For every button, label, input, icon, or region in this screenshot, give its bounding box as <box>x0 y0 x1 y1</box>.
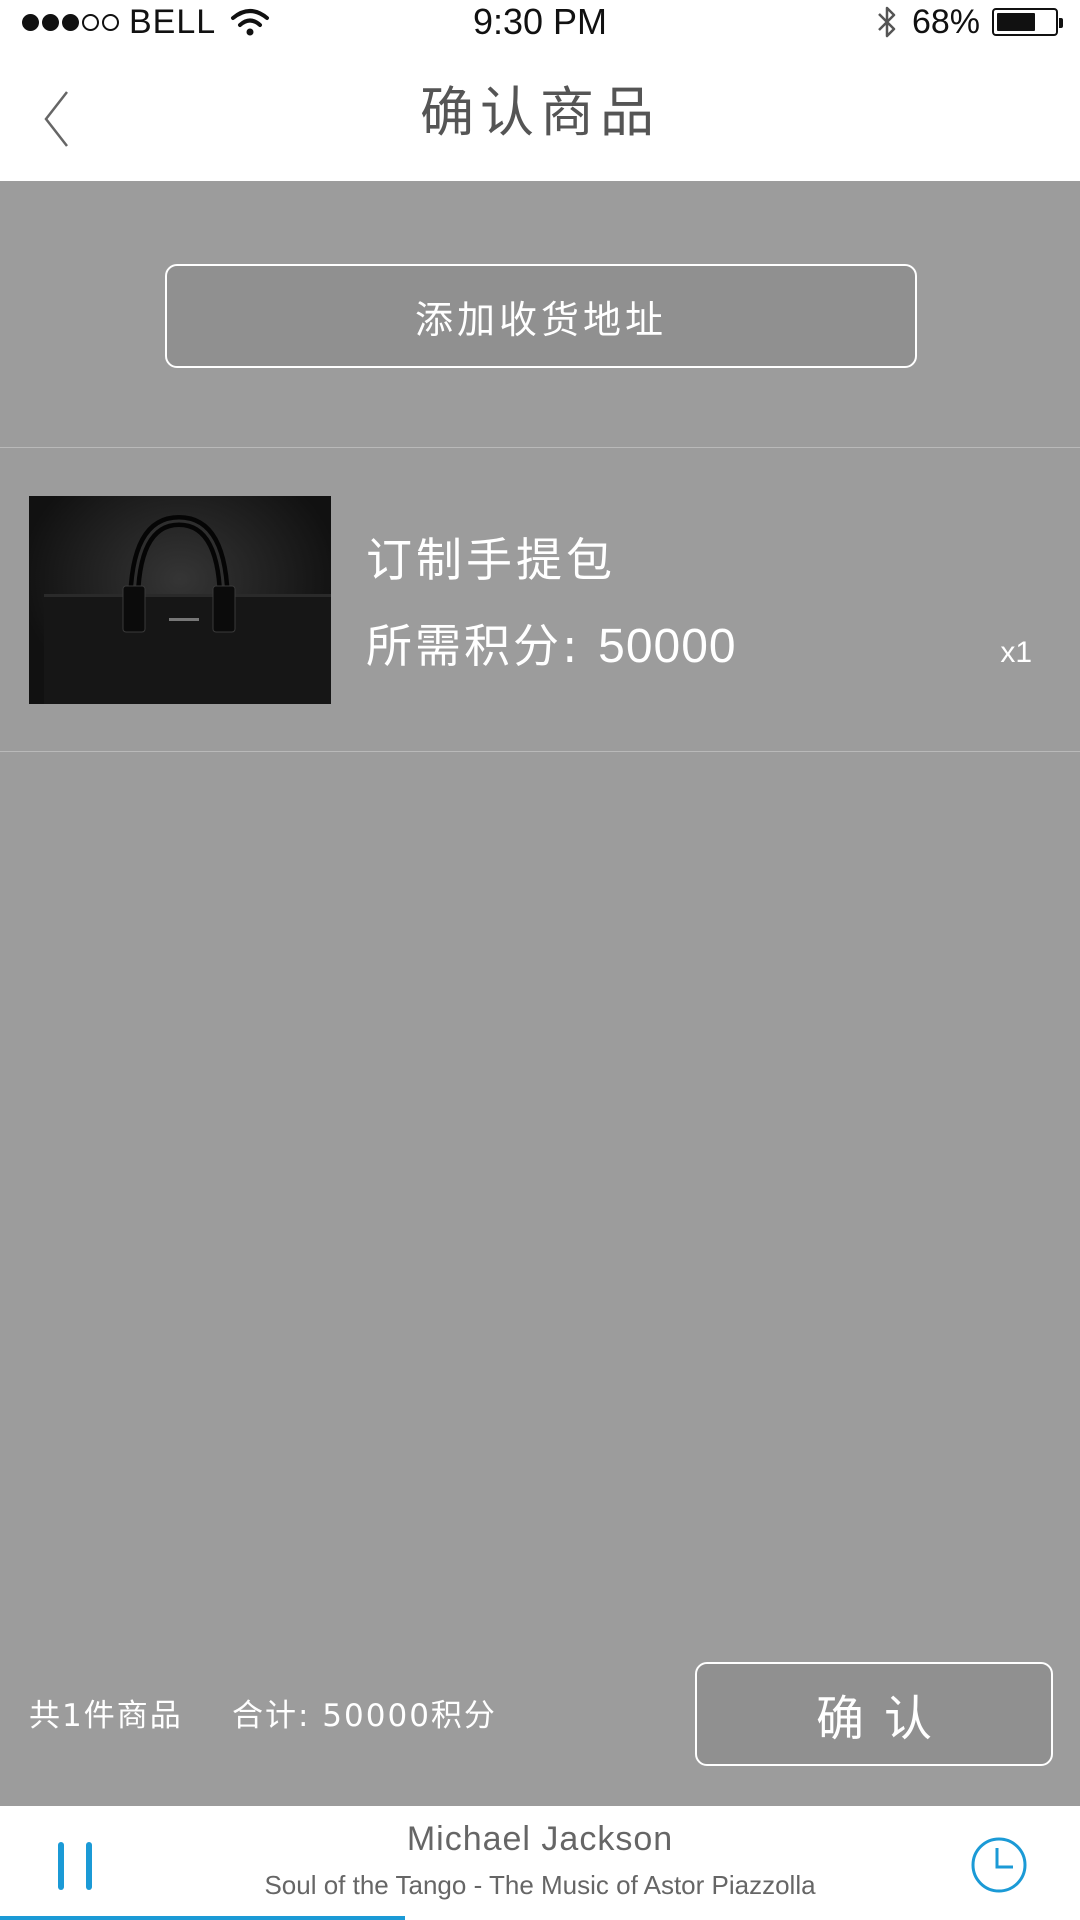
playback-progress[interactable] <box>0 1916 405 1920</box>
handbag-image <box>44 514 331 704</box>
battery-icon <box>992 8 1063 36</box>
total-points: 合计: 50000积分 <box>232 1698 497 1734</box>
product-image <box>29 496 331 704</box>
bluetooth-icon <box>878 6 896 38</box>
product-points: 所需积分: 50000 <box>366 610 737 676</box>
item-count: 共1件商品 <box>29 1698 183 1734</box>
page-title: 确认商品 <box>420 81 660 144</box>
points-label: 所需积分: <box>366 619 581 673</box>
status-bar: BELL 9:30 PM 68% <box>0 0 1080 44</box>
track-title: Soul of the Tango - The Music of Astor P… <box>264 1870 816 1900</box>
battery-level <box>997 13 1036 31</box>
status-right: 68% <box>876 2 1063 42</box>
clock-icon[interactable] <box>970 1836 1028 1894</box>
confirm-button[interactable]: 确认 <box>695 1662 1053 1766</box>
navigation-bar: 确认商品 <box>0 44 1080 181</box>
product-name: 订制手提包 <box>366 533 616 587</box>
mini-player: Michael Jackson Soul of the Tango - The … <box>0 1806 1080 1920</box>
battery-percent: 68% <box>911 2 980 41</box>
divider <box>0 447 1080 448</box>
battery-cap <box>1059 18 1063 28</box>
artist-name: Michael Jackson <box>406 1820 674 1858</box>
add-address-button[interactable]: 添加收货地址 <box>165 264 917 368</box>
points-value: 50000 <box>598 620 737 673</box>
divider <box>0 751 1080 752</box>
product-quantity: x1 <box>1000 636 1032 669</box>
